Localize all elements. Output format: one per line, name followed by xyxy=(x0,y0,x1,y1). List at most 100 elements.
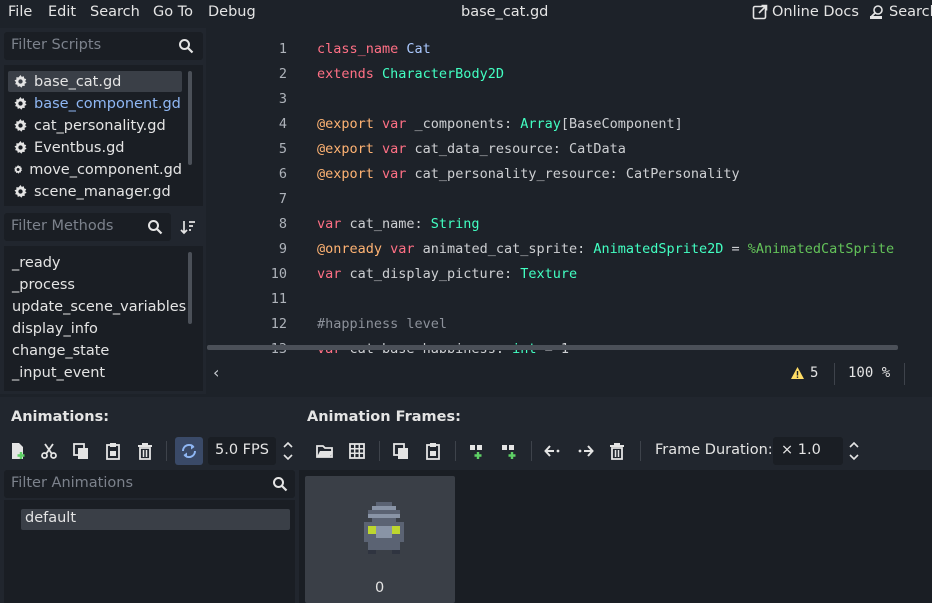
cut-icon[interactable] xyxy=(40,442,58,460)
method-list-scrollbar[interactable] xyxy=(188,252,192,324)
sort-icon[interactable] xyxy=(180,219,196,235)
script-list[interactable]: base_cat.gd base_component.gd cat_person… xyxy=(4,65,203,206)
menu-goto[interactable]: Go To xyxy=(153,4,193,20)
warning-icon[interactable] xyxy=(790,366,805,380)
menu-file[interactable]: File xyxy=(8,4,32,20)
status-divider xyxy=(834,363,835,385)
paste-icon[interactable] xyxy=(104,442,122,460)
open-folder-icon[interactable] xyxy=(316,442,334,460)
menu-debug[interactable]: Debug xyxy=(208,4,256,20)
copy-icon[interactable] xyxy=(72,442,90,460)
move-frame-left-icon[interactable] xyxy=(544,442,562,460)
frame-duration-input[interactable]: × 1.0 xyxy=(773,437,843,465)
window-title: base_cat.gd xyxy=(461,4,549,20)
line-number: 2 xyxy=(278,66,287,82)
insert-frame-after-icon[interactable] xyxy=(500,442,518,460)
toggle-scripts-panel-icon[interactable]: ‹ xyxy=(213,363,219,382)
code-token: var xyxy=(317,216,342,232)
search-help-icon xyxy=(870,5,883,19)
code-token: String xyxy=(430,216,480,232)
code-token: cat_display_picture: xyxy=(341,266,521,282)
code-token: var xyxy=(373,141,407,157)
autoplay-toggle[interactable] xyxy=(175,437,203,465)
method-item[interactable]: display_info xyxy=(12,321,98,337)
menu-edit[interactable]: Edit xyxy=(48,4,76,20)
status-divider xyxy=(904,363,905,385)
menu-bar: File Edit Search Go To Debug base_cat.gd… xyxy=(0,0,932,28)
delete-icon[interactable] xyxy=(136,442,154,460)
code-line[interactable]: @export var cat_data_resource: CatData xyxy=(317,141,626,157)
move-frame-right-icon[interactable] xyxy=(576,442,594,460)
zoom-level[interactable]: 100 % xyxy=(848,365,890,381)
fps-value: 5.0 FPS xyxy=(215,442,269,458)
filter-scripts-input[interactable]: Filter Scripts xyxy=(4,32,203,60)
script-label: cat_personality.gd xyxy=(34,117,166,134)
delete-frame-icon[interactable] xyxy=(608,442,626,460)
external-link-icon xyxy=(752,4,768,20)
script-label: base_cat.gd xyxy=(34,73,122,90)
fps-input[interactable]: 5.0 FPS xyxy=(208,437,276,465)
code-token: CharacterBody2D xyxy=(373,66,504,82)
script-item-base-cat[interactable]: base_cat.gd xyxy=(8,71,182,92)
code-token: var xyxy=(382,241,415,257)
line-number: 11 xyxy=(270,291,287,307)
code-line[interactable]: extends CharacterBody2D xyxy=(317,66,504,82)
animation-label: default xyxy=(25,510,77,526)
script-item-cat-personality[interactable]: cat_personality.gd xyxy=(8,115,182,136)
code-token: var xyxy=(373,166,407,182)
method-item[interactable]: _input_event xyxy=(12,365,105,381)
new-animation-icon[interactable] xyxy=(9,442,27,460)
code-line[interactable]: @export var cat_personality_resource: Ca… xyxy=(317,166,740,182)
frame-duration-stepper-icon[interactable] xyxy=(847,439,861,463)
code-line[interactable]: class_name Cat xyxy=(317,41,431,57)
code-token: #happiness level xyxy=(317,316,448,332)
code-line[interactable]: var cat_display_picture: Texture xyxy=(317,266,577,282)
editor-status-bar: ‹ 5 100 % xyxy=(207,353,932,393)
filter-methods-input[interactable]: Filter Methods xyxy=(4,213,171,241)
warning-count[interactable]: 5 xyxy=(810,365,818,381)
method-item[interactable]: _ready xyxy=(12,255,60,271)
line-number: 3 xyxy=(278,91,287,107)
insert-frame-before-icon[interactable] xyxy=(468,442,486,460)
code-editor[interactable]: 12345678910111213class_name Catextends C… xyxy=(207,33,932,353)
method-item[interactable]: change_state xyxy=(12,343,109,359)
code-token: cat_personality_resource: xyxy=(406,166,626,182)
animation-frames-title: Animation Frames: xyxy=(307,409,461,425)
script-item-scene-manager[interactable]: scene_manager.gd xyxy=(8,181,182,202)
animation-list[interactable]: default xyxy=(4,500,295,603)
paste-frame-icon[interactable] xyxy=(424,442,442,460)
script-item-move-component[interactable]: move_component.gd xyxy=(8,159,182,180)
online-docs-button[interactable]: Online Docs xyxy=(752,4,859,20)
editor-horizontal-scrollbar[interactable] xyxy=(207,345,898,350)
animation-item-default[interactable]: default xyxy=(21,509,290,530)
menu-search[interactable]: Search xyxy=(90,4,140,20)
grid-icon[interactable] xyxy=(348,442,366,460)
frame-tile[interactable]: 0 xyxy=(305,476,455,603)
filter-animations-input[interactable]: Filter Animations xyxy=(4,470,295,498)
script-list-scrollbar[interactable] xyxy=(188,71,192,165)
code-token: cat_name: xyxy=(341,216,431,232)
code-line[interactable]: @export var _components: Array[BaseCompo… xyxy=(317,116,683,132)
fps-stepper-icon[interactable] xyxy=(281,439,295,463)
frame-duration-label: Frame Duration: xyxy=(655,442,773,458)
code-token: class_name xyxy=(317,41,399,57)
copy-frame-icon[interactable] xyxy=(392,442,410,460)
filter-methods-placeholder: Filter Methods xyxy=(11,218,114,234)
method-list[interactable]: _ready _process update_scene_variables d… xyxy=(4,246,203,391)
search-icon xyxy=(148,220,163,235)
line-number: 5 xyxy=(278,141,287,157)
search-help-button[interactable]: Search xyxy=(869,4,932,20)
method-item[interactable]: _process xyxy=(12,277,75,293)
method-item[interactable]: update_scene_variables xyxy=(12,299,186,315)
code-line[interactable]: @onready var animated_cat_sprite: Animat… xyxy=(317,241,894,257)
code-token: @export xyxy=(317,116,374,132)
gear-icon xyxy=(14,165,23,174)
frame-index: 0 xyxy=(375,580,385,596)
search-icon xyxy=(273,477,288,492)
code-token: _components: xyxy=(406,116,521,132)
animations-title: Animations: xyxy=(11,409,110,425)
code-line[interactable]: #happiness level xyxy=(317,316,447,332)
script-item-eventbus[interactable]: Eventbus.gd xyxy=(8,137,182,158)
code-line[interactable]: var cat_name: String xyxy=(317,216,480,232)
script-item-base-component[interactable]: base_component.gd xyxy=(8,93,182,114)
